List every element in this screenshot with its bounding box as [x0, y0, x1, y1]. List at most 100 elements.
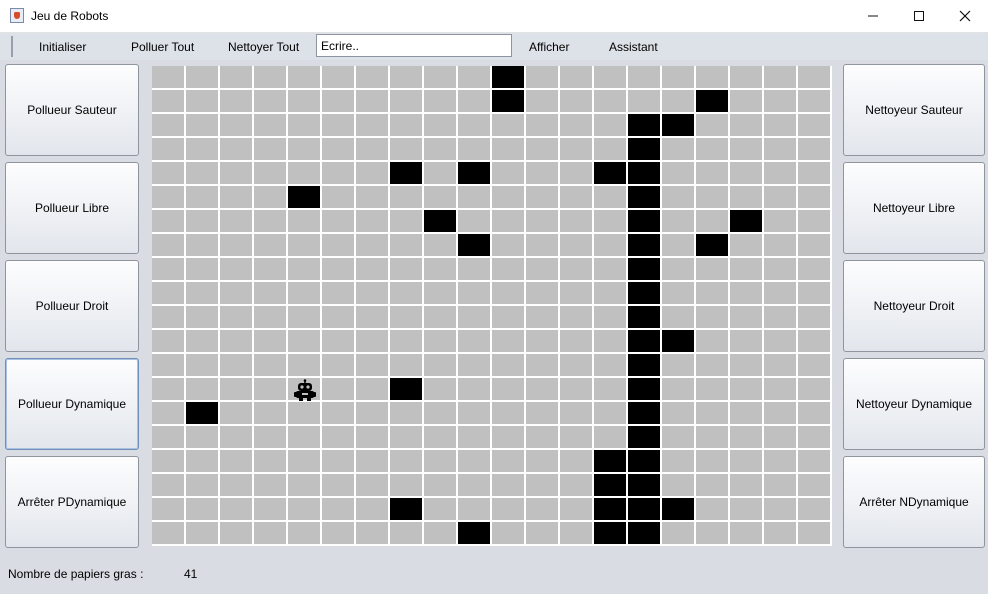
grid-cell[interactable] [288, 354, 322, 378]
grid-cell[interactable] [526, 234, 560, 258]
grid-cell[interactable] [458, 258, 492, 282]
grid-cell[interactable] [254, 90, 288, 114]
grid-cell[interactable] [764, 210, 798, 234]
grid-cell[interactable] [288, 66, 322, 90]
grid-cell[interactable] [662, 162, 696, 186]
grid-cell[interactable] [526, 522, 560, 546]
grid-cell[interactable] [220, 162, 254, 186]
grid-cell[interactable] [492, 450, 526, 474]
grid-cell[interactable] [424, 498, 458, 522]
grid-cell[interactable] [186, 378, 220, 402]
grid-cell[interactable] [526, 66, 560, 90]
grid-cell[interactable] [492, 186, 526, 210]
grid-cell[interactable] [356, 474, 390, 498]
grid-cell[interactable] [764, 426, 798, 450]
grid-cell[interactable] [390, 474, 424, 498]
grid-cell[interactable] [458, 498, 492, 522]
grid-cell[interactable] [152, 354, 186, 378]
grid-cell[interactable] [322, 282, 356, 306]
grid-cell[interactable] [730, 330, 764, 354]
grid-cell[interactable] [152, 402, 186, 426]
grid-cell[interactable] [220, 186, 254, 210]
grid-cell-paper[interactable] [594, 522, 628, 546]
grid-cell[interactable] [186, 186, 220, 210]
grid-cell[interactable] [288, 450, 322, 474]
grid-cell[interactable] [594, 114, 628, 138]
grid-cell[interactable] [152, 162, 186, 186]
grid-cell[interactable] [288, 90, 322, 114]
grid-cell[interactable] [356, 66, 390, 90]
grid-cell[interactable] [220, 282, 254, 306]
grid-cell[interactable] [730, 498, 764, 522]
grid-cell[interactable] [764, 402, 798, 426]
grid-cell[interactable] [390, 354, 424, 378]
grid-cell[interactable] [730, 258, 764, 282]
grid-cell[interactable] [322, 354, 356, 378]
nettoyeur-sauteur-button[interactable]: Nettoyeur Sauteur [843, 64, 985, 156]
grid-cell[interactable] [390, 66, 424, 90]
grid-cell[interactable] [322, 378, 356, 402]
grid-cell[interactable] [220, 66, 254, 90]
grid-cell[interactable] [764, 66, 798, 90]
grid-cell[interactable] [730, 282, 764, 306]
grid-cell[interactable] [696, 498, 730, 522]
grid-cell[interactable] [356, 258, 390, 282]
grid-cell[interactable] [560, 474, 594, 498]
grid-cell[interactable] [186, 282, 220, 306]
grid-cell[interactable] [152, 306, 186, 330]
grid-cell[interactable] [560, 450, 594, 474]
grid-cell[interactable] [560, 90, 594, 114]
grid-cell[interactable] [730, 66, 764, 90]
grid-cell[interactable] [390, 138, 424, 162]
polluer-tout-button[interactable]: Polluer Tout [131, 40, 194, 54]
grid-cell[interactable] [424, 282, 458, 306]
grid-cell[interactable] [594, 90, 628, 114]
grid-cell[interactable] [424, 522, 458, 546]
grid-cell[interactable] [254, 426, 288, 450]
grid-cell[interactable] [696, 138, 730, 162]
grid-cell[interactable] [662, 66, 696, 90]
grid-cell-paper[interactable] [628, 330, 662, 354]
grid-cell[interactable] [492, 474, 526, 498]
grid-cell[interactable] [186, 474, 220, 498]
grid-cell[interactable] [662, 426, 696, 450]
grid-cell[interactable] [356, 498, 390, 522]
grid-cell[interactable] [254, 402, 288, 426]
grid-cell[interactable] [220, 258, 254, 282]
grid-cell[interactable] [186, 234, 220, 258]
grid-cell-paper[interactable] [628, 234, 662, 258]
game-grid[interactable] [152, 66, 832, 546]
pollueur-droit-button[interactable]: Pollueur Droit [5, 260, 139, 352]
grid-cell[interactable] [696, 378, 730, 402]
grid-cell[interactable] [526, 474, 560, 498]
grid-cell[interactable] [560, 306, 594, 330]
grid-cell[interactable] [390, 402, 424, 426]
grid-cell-paper[interactable] [424, 210, 458, 234]
grid-cell[interactable] [696, 258, 730, 282]
nettoyeur-dynamique-button[interactable]: Nettoyeur Dynamique [843, 358, 985, 450]
minimize-button[interactable] [850, 0, 896, 32]
grid-cell[interactable] [730, 474, 764, 498]
grid-cell[interactable] [798, 138, 832, 162]
grid-cell-paper[interactable] [628, 186, 662, 210]
grid-cell[interactable] [458, 402, 492, 426]
grid-cell[interactable] [594, 138, 628, 162]
grid-cell[interactable] [458, 186, 492, 210]
grid-cell[interactable] [254, 522, 288, 546]
grid-cell[interactable] [390, 282, 424, 306]
grid-cell[interactable] [288, 138, 322, 162]
grid-cell[interactable] [526, 354, 560, 378]
grid-cell[interactable] [356, 138, 390, 162]
grid-cell[interactable] [254, 66, 288, 90]
grid-cell-paper[interactable] [628, 162, 662, 186]
grid-cell[interactable] [220, 450, 254, 474]
grid-cell[interactable] [152, 426, 186, 450]
grid-cell-paper[interactable] [628, 282, 662, 306]
grid-cell-paper[interactable] [628, 498, 662, 522]
grid-cell[interactable] [730, 450, 764, 474]
grid-cell[interactable] [594, 402, 628, 426]
grid-cell[interactable] [594, 210, 628, 234]
grid-cell[interactable] [220, 354, 254, 378]
grid-cell[interactable] [764, 354, 798, 378]
grid-cell[interactable] [560, 354, 594, 378]
